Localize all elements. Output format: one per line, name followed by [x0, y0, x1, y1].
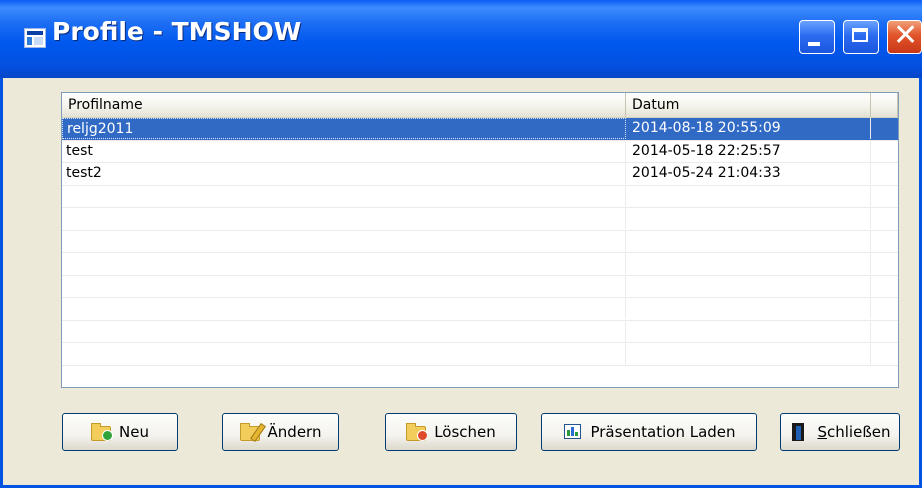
folder-new-icon [91, 423, 114, 441]
load-presentation-button[interactable]: Präsentation Laden [541, 413, 757, 451]
window-title: Profile - TMSHOW [52, 17, 302, 46]
empty-cell [626, 320, 871, 342]
delete-button[interactable]: Löschen [385, 413, 517, 451]
list-rows: reljg2011 2014-08-18 20:55:09 test 2014-… [62, 118, 898, 366]
empty-row [62, 298, 898, 321]
edit-button-label: Ändern [267, 423, 322, 441]
presentation-icon [562, 423, 584, 441]
empty-cell [626, 253, 871, 274]
empty-row [62, 208, 898, 231]
empty-cell [62, 275, 626, 297]
table-row[interactable]: reljg2011 2014-08-18 20:55:09 [62, 118, 898, 141]
empty-cell [62, 208, 626, 229]
minimize-button[interactable] [799, 20, 835, 54]
folder-edit-icon [239, 422, 266, 443]
close-button-label: Schließen [817, 423, 891, 441]
empty-row [62, 230, 898, 253]
close-button[interactable]: Schließen [780, 413, 900, 451]
list-header: Profilname Datum [62, 93, 898, 118]
column-header-filler [871, 93, 898, 117]
empty-cell [62, 343, 626, 364]
column-header-profilname[interactable]: Profilname [62, 93, 626, 117]
close-icon: ✕ [893, 18, 919, 53]
profile-name-cell: reljg2011 [62, 118, 626, 139]
empty-cell [62, 185, 626, 207]
column-header-datum[interactable]: Datum [626, 93, 871, 117]
profile-date-cell: 2014-05-18 22:25:57 [626, 140, 871, 162]
load-presentation-label: Präsentation Laden [590, 423, 736, 441]
profile-list[interactable]: Profilname Datum reljg2011 2014-08-18 20… [61, 92, 899, 388]
new-button[interactable]: Neu [62, 413, 178, 451]
empty-row [62, 343, 898, 366]
profile-name-cell: test [62, 140, 626, 162]
maximize-button[interactable] [843, 20, 879, 54]
profile-window: Profile - TMSHOW ✕ Profilname Datum relj… [0, 0, 922, 488]
empty-cell [626, 185, 871, 207]
table-row[interactable]: test 2014-05-18 22:25:57 [62, 140, 898, 163]
title-bar[interactable]: Profile - TMSHOW ✕ [0, 0, 922, 78]
empty-cell [62, 320, 626, 342]
empty-row [62, 320, 898, 343]
edit-button[interactable]: Ändern [222, 413, 339, 451]
minimize-icon [808, 42, 820, 46]
empty-row [62, 185, 898, 208]
folder-delete-icon [406, 423, 429, 441]
table-row[interactable]: test2 2014-05-24 21:04:33 [62, 163, 898, 186]
profile-date-cell: 2014-05-24 21:04:33 [626, 163, 871, 184]
profile-name-cell: test2 [62, 163, 626, 184]
empty-row [62, 275, 898, 298]
delete-button-label: Löschen [434, 423, 496, 441]
profile-date-cell: 2014-08-18 20:55:09 [626, 118, 871, 139]
empty-cell [62, 230, 626, 252]
empty-cell [626, 298, 871, 319]
empty-cell [62, 253, 626, 274]
empty-cell [626, 343, 871, 364]
new-button-label: Neu [119, 423, 149, 441]
close-window-button[interactable]: ✕ [887, 18, 922, 54]
empty-cell [626, 275, 871, 297]
empty-cell [626, 230, 871, 252]
empty-cell [626, 208, 871, 229]
empty-cell [62, 298, 626, 319]
empty-row [62, 253, 898, 276]
exit-door-icon [789, 423, 811, 441]
app-window-icon [24, 28, 46, 48]
maximize-icon [852, 28, 868, 42]
